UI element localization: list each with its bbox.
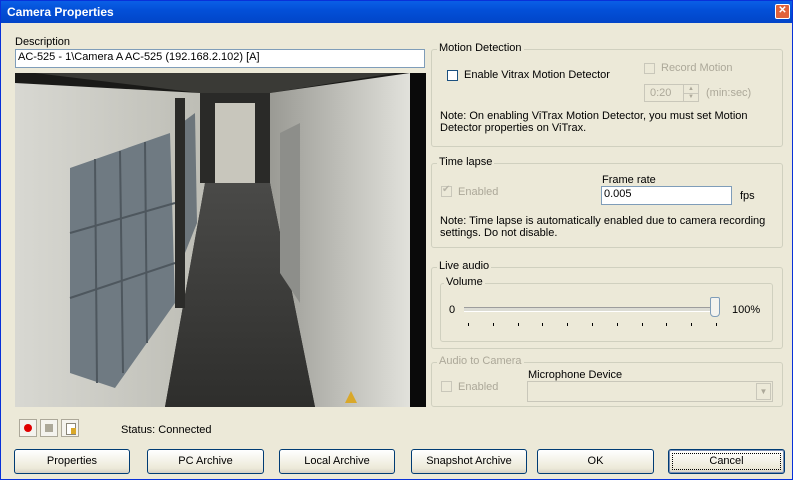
properties-button[interactable]: Properties [14,449,130,474]
status-text: Status: Connected [121,424,212,436]
volume-min-label: 0 [449,304,456,316]
motion-duration-value: 0:20 [650,87,672,99]
clip-button[interactable] [61,419,79,437]
volume-title: Volume [444,276,485,288]
volume-tick [641,323,643,326]
microphone-device-label: Microphone Device [528,369,623,381]
spin-down-icon[interactable]: ▼ [683,93,698,101]
motion-duration-unit: (min:sec) [706,87,752,99]
stop-icon [45,424,53,432]
camera-properties-dialog: Camera Properties ✕ Description AC-525 -… [0,0,793,480]
volume-slider-thumb[interactable] [710,297,720,317]
stop-button[interactable] [40,419,58,437]
dropdown-arrow-icon[interactable]: ▼ [756,383,771,400]
enable-motion-detector-label: Enable Vitrax Motion Detector [464,69,610,81]
live-audio-title: Live audio [437,260,492,272]
volume-tick [691,323,693,326]
record-motion-label: Record Motion [661,62,733,74]
time-lapse-title: Time lapse [437,156,495,168]
volume-tick [616,323,618,326]
title-bar: Camera Properties ✕ [1,1,792,23]
motion-detection-note: Note: On enabling ViTrax Motion Detector… [440,110,748,134]
microphone-device-dropdown[interactable]: ▼ [527,381,773,402]
record-motion-checkbox[interactable] [644,63,655,74]
description-label: Description [15,36,71,48]
motion-duration-spinner[interactable]: 0:20 ▲ ▼ [644,84,699,102]
cancel-button-label: Cancel [709,455,744,467]
volume-tick [666,323,668,326]
volume-tick [716,323,717,326]
hallway-image [15,73,426,407]
pc-archive-button[interactable]: PC Archive [147,449,264,474]
volume-tick [542,323,544,326]
motion-detection-title: Motion Detection [437,42,524,54]
frame-rate-label: Frame rate [602,174,656,186]
frame-rate-field[interactable]: 0.005 [601,186,732,205]
time-lapse-note: Note: Time lapse is automatically enable… [440,215,766,239]
volume-tick [567,323,569,326]
local-archive-button[interactable]: Local Archive [279,449,395,474]
ok-button[interactable]: OK [537,449,654,474]
volume-tick [592,323,593,326]
cancel-button[interactable]: Cancel [668,449,785,474]
window-title: Camera Properties [7,5,114,19]
volume-tick [468,323,469,326]
description-field[interactable]: AC-525 - 1\Camera A AC-525 (192.168.2.10… [15,49,425,68]
time-lapse-enabled-label: Enabled [458,186,499,198]
volume-slider-track[interactable] [464,307,720,312]
snapshot-archive-button[interactable]: Snapshot Archive [411,449,527,474]
audio-to-camera-title: Audio to Camera [437,355,524,367]
camera-video-preview [15,73,426,407]
audio-to-camera-enabled-checkbox[interactable] [441,381,452,392]
record-button[interactable] [19,419,37,437]
document-icon-accent [71,428,76,434]
frame-rate-unit: fps [740,190,755,202]
time-lapse-enabled-checkbox[interactable]: ✔ [441,184,452,197]
close-button[interactable]: ✕ [775,4,790,19]
volume-tick [517,323,519,326]
enable-motion-detector-checkbox[interactable] [447,70,458,81]
volume-group: Volume [440,276,773,342]
record-icon [24,424,32,432]
volume-tick [492,323,494,326]
volume-max-label: 100% [732,304,761,316]
checkmark-icon: ✔ [442,184,451,195]
audio-to-camera-enabled-label: Enabled [458,381,499,393]
